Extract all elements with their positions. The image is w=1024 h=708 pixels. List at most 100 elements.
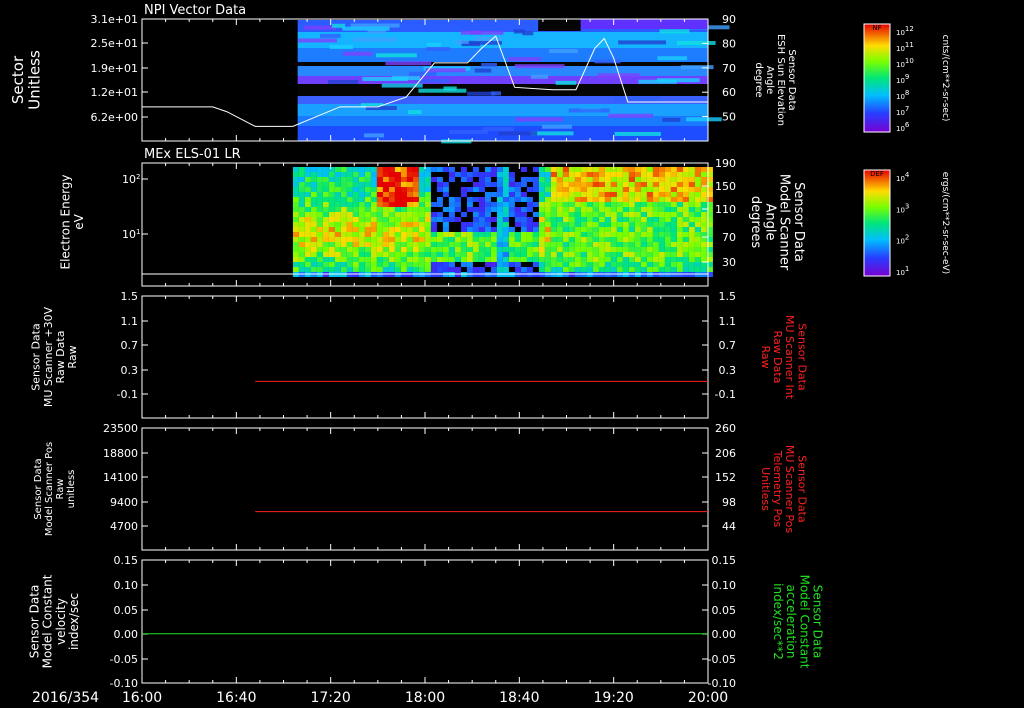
heatmap-cell (466, 207, 473, 212)
panel5-right-tick-label: 0.15 (712, 554, 737, 567)
heatmap-cell (496, 262, 503, 267)
heatmap-cell (292, 257, 299, 262)
heatmap-cell (700, 217, 707, 222)
heatmap-cell (700, 232, 707, 237)
panel4-right-ylabel: Sensor DataMU Scanner PosTelemetry PosUn… (759, 445, 808, 534)
heatmap-cell (496, 237, 503, 242)
heatmap-cell (382, 227, 389, 232)
heatmap-cell (418, 247, 425, 252)
heatmap-cell (484, 257, 491, 262)
heatmap-cell (400, 192, 407, 197)
panel4-right-ylabel-line: MU Scanner Pos (783, 445, 796, 534)
heatmap-cell (514, 262, 521, 267)
heatmap-cell (610, 182, 617, 187)
heatmap-cell (496, 197, 503, 202)
heatmap-cell (538, 217, 545, 222)
heatmap-cell (340, 222, 347, 227)
panel5-ylabel-line: Sensor Data (27, 585, 41, 659)
heatmap-cell (508, 197, 515, 202)
heatmap-cell (340, 197, 347, 202)
heatmap-cell (514, 237, 521, 242)
heatmap-cell (304, 242, 311, 247)
heatmap-cell (574, 167, 581, 172)
heatmap-cell (346, 267, 353, 272)
heatmap-cell (358, 207, 365, 212)
heatmap-cell (436, 167, 443, 172)
heatmap-cell (310, 242, 317, 247)
heatmap-cell (334, 192, 341, 197)
heatmap-cell (406, 227, 413, 232)
heatmap-cell (442, 207, 449, 212)
heatmap-cell (526, 247, 533, 252)
heatmap-cell (592, 177, 599, 182)
heatmap-cell (358, 172, 365, 177)
heatmap-cell (340, 167, 347, 172)
panel4-right-ylabel-line: Sensor Data (795, 455, 808, 522)
heatmap-cell (496, 187, 503, 192)
heatmap-cell (322, 172, 329, 177)
heatmap-cell (424, 252, 431, 257)
heatmap-cell (556, 222, 563, 227)
heatmap-cell (562, 172, 569, 177)
heatmap-cell (466, 247, 473, 252)
heatmap-cell (670, 262, 677, 267)
heatmap-cell (670, 222, 677, 227)
panel5-y-tick-label: 0.05 (114, 604, 139, 617)
time-tick-label: 16:40 (216, 690, 256, 706)
heatmap-cell (406, 267, 413, 272)
heatmap-cell (340, 237, 347, 242)
heatmap-cell (412, 222, 419, 227)
heatmap-cell (376, 257, 383, 262)
heatmap-cell (514, 247, 521, 252)
heatmap-cell (400, 262, 407, 267)
heatmap-cell (538, 257, 545, 262)
heatmap-cell (682, 192, 689, 197)
heatmap-cell (502, 167, 509, 172)
heatmap-cell (382, 242, 389, 247)
heatmap-cell (664, 237, 671, 242)
heatmap-cell (616, 252, 623, 257)
panel1-colorbar-tick: 106 (896, 121, 910, 133)
heatmap-cell (424, 227, 431, 232)
heatmap-cell (388, 167, 395, 172)
heatmap-cell (460, 187, 467, 192)
heatmap-cell (676, 262, 683, 267)
heatmap-cell (616, 222, 623, 227)
heatmap-cell (418, 222, 425, 227)
panel1-y-tick-label: 2.5e+01 (91, 37, 138, 50)
heatmap-cell (514, 232, 521, 237)
time-tick-label: 20:00 (688, 690, 728, 706)
heatmap-cell (646, 227, 653, 232)
heatmap-cell (460, 232, 467, 237)
heatmap-cell (376, 177, 383, 182)
heatmap-cell (574, 252, 581, 257)
heatmap-cell (640, 192, 647, 197)
heatmap-cell (370, 172, 377, 177)
heatmap-cell (322, 267, 329, 272)
heatmap-cell (358, 232, 365, 237)
heatmap-cell (646, 182, 653, 187)
heatmap-band (297, 84, 708, 96)
heatmap-cell (412, 172, 419, 177)
heatmap-cell (688, 262, 695, 267)
heatmap-cell (430, 232, 437, 237)
heatmap-cell (676, 267, 683, 272)
heatmap-cell (490, 182, 497, 187)
heatmap-cell (352, 227, 359, 232)
heatmap-cell (328, 232, 335, 237)
panel2-colorbar-tick: 101 (896, 265, 909, 277)
heatmap-cell (586, 187, 593, 192)
heatmap-cell (298, 177, 305, 182)
heatmap-cell (316, 262, 323, 267)
heatmap-cell (316, 167, 323, 172)
heatmap-cell (322, 237, 329, 242)
heatmap-cell (364, 222, 371, 227)
panel4-y-tick-label: 18800 (103, 447, 138, 460)
panel3-ylabel-line: Sensor Data (30, 323, 43, 390)
heatmap-cell (562, 217, 569, 222)
panel1-colorbar-units: cnts/(cm**2-sr-sec) (940, 35, 950, 122)
heatmap-cell (568, 182, 575, 187)
panel1-y-tick-label: 1.2e+01 (91, 86, 138, 99)
panel1-colorbar-tick: 1010 (896, 57, 914, 69)
heatmap-cell (532, 257, 539, 262)
